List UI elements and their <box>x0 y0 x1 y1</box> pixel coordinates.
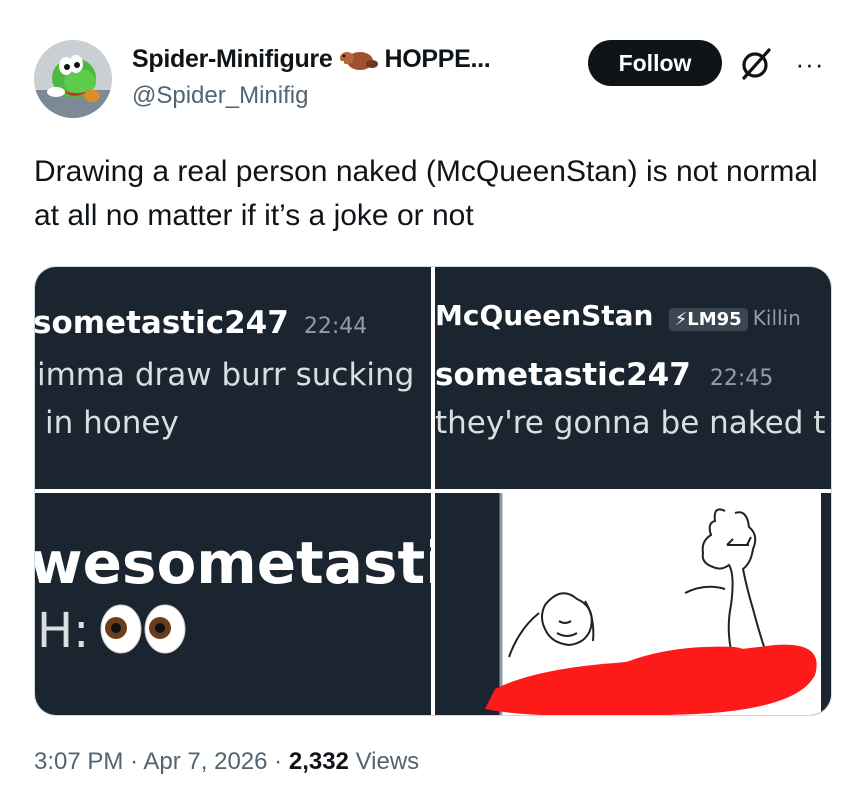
discord-message-line: in honey <box>45 405 179 441</box>
author-name-row[interactable]: Spider-Minifigure HOPPE... <box>132 44 491 74</box>
author-display-name[interactable]: Spider-Minifigure <box>132 45 333 74</box>
media-image-4[interactable] <box>435 493 831 715</box>
sketch-drawing-image <box>435 493 831 715</box>
discord-message-line: imma draw burr sucking <box>37 357 415 393</box>
discord-status-text: Killin <box>752 306 801 330</box>
views-label[interactable]: Views <box>356 748 420 775</box>
discord-message-line: they're gonna be naked t <box>435 405 826 441</box>
tweet-meta: 3:07 PM · Apr 7, 2026 · 2,332 Views <box>34 748 419 776</box>
follow-button[interactable]: Follow <box>588 40 722 86</box>
discord-role-badge: ⚡LM95 <box>668 308 748 331</box>
author-name-suffix[interactable]: HOPPE... <box>384 45 490 74</box>
eyes-emoji-icon <box>99 604 189 658</box>
yoshi-avatar-image <box>34 40 112 118</box>
meta-separator: · <box>130 748 139 775</box>
tweet-date[interactable]: Apr 7, 2026 <box>143 748 267 775</box>
media-image-2[interactable]: McQueenStan ⚡LM95 Killin sometastic247 2… <box>435 267 831 489</box>
discord-message-text: H: <box>37 603 90 659</box>
media-image-1[interactable]: sometastic247 22:44 imma draw burr sucki… <box>35 267 431 489</box>
discord-username: sometastic247 <box>35 305 289 341</box>
more-options-icon[interactable]: ··· <box>790 44 830 84</box>
discord-username: sometastic247 <box>435 357 691 393</box>
discord-username-zoomed: wesometastic2 <box>35 529 431 597</box>
media-image-3[interactable]: wesometastic2 H: <box>35 493 431 715</box>
avatar[interactable] <box>34 40 112 118</box>
tweet-text: Drawing a real person naked (McQueenStan… <box>34 155 818 232</box>
tweet-time[interactable]: 3:07 PM <box>34 748 123 775</box>
discord-username: McQueenStan <box>435 299 654 332</box>
discord-timestamp: 22:45 <box>709 366 774 391</box>
author-handle[interactable]: @Spider_Minifig <box>132 82 308 110</box>
views-count[interactable]: 2,332 <box>289 748 349 775</box>
discord-timestamp: 22:44 <box>303 314 368 339</box>
beaver-emoji-icon <box>338 44 379 74</box>
media-grid[interactable]: sometastic247 22:44 imma draw burr sucki… <box>34 266 832 716</box>
meta-separator: · <box>274 748 283 775</box>
grok-icon[interactable] <box>736 44 776 84</box>
